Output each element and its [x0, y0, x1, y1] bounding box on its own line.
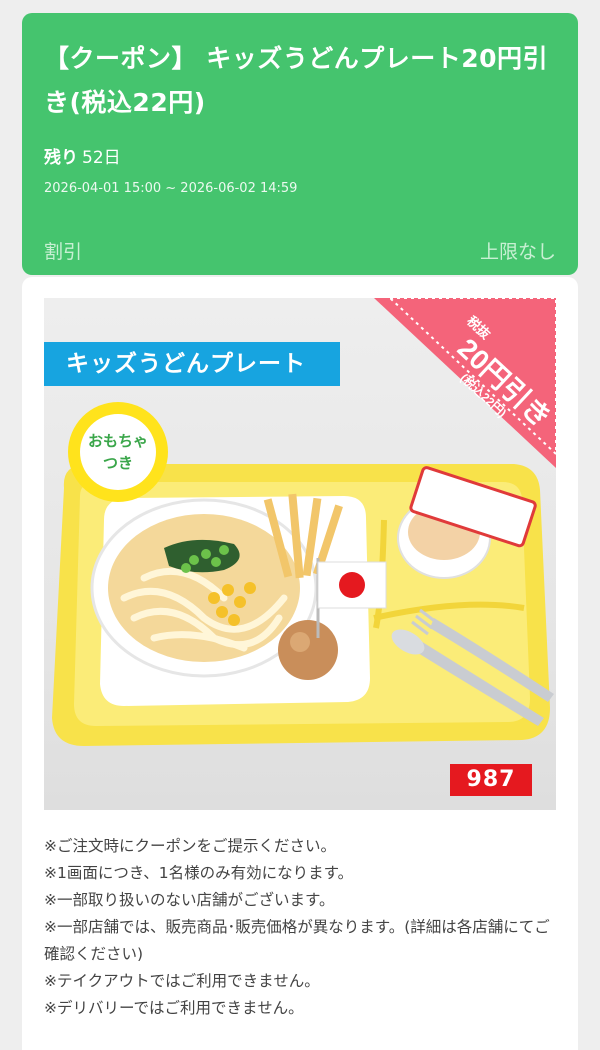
- product-image: 税抜 20円引き (税込22円) キッズうどんプレート おもちゃ つき 987: [44, 298, 556, 810]
- seal-line2: つき: [102, 454, 133, 472]
- product-code-badge: 987: [450, 764, 532, 796]
- note-item: ※一部店舗では、販売商品･販売価格が異なります。(詳細は各店舗にてご確認ください…: [44, 918, 550, 963]
- remaining-days: 残り 52日: [44, 143, 121, 168]
- coupon-notes: ※ご注文時にクーポンをご提示ください。 ※1画面につき、1名様のみ有効になります…: [44, 833, 564, 1022]
- coupon-title: 【クーポン】 キッズうどんプレート20円引き(税込22円): [44, 44, 548, 117]
- note-item: ※デリバリーではご利用できません。: [44, 999, 304, 1017]
- seal-line1: おもちゃ: [87, 432, 148, 450]
- limit-label: 上限なし: [479, 241, 556, 263]
- coupon-header: 【クーポン】 キッズうどんプレート20円引き(税込22円) 残り 52日 2026…: [22, 13, 578, 275]
- discount-label: 割引: [44, 241, 83, 263]
- note-item: ※1画面につき、1名様のみ有効になります。: [44, 864, 354, 882]
- note-item: ※テイクアウトではご利用できません。: [44, 972, 320, 990]
- coupon-detail-card: 税抜 20円引き (税込22円) キッズうどんプレート おもちゃ つき 987 …: [22, 277, 578, 1050]
- product-name-ribbon: キッズうどんプレート: [44, 342, 340, 386]
- remaining-label: 残り: [44, 148, 78, 168]
- validity-period: 2026-04-01 15:00 ~ 2026-06-02 14:59: [44, 181, 298, 196]
- note-item: ※一部取り扱いのない店舗がございます。: [44, 891, 335, 909]
- note-item: ※ご注文時にクーポンをご提示ください。: [44, 837, 336, 855]
- remaining-value: 52日: [82, 148, 121, 168]
- toy-included-seal: おもちゃ つき: [72, 406, 164, 498]
